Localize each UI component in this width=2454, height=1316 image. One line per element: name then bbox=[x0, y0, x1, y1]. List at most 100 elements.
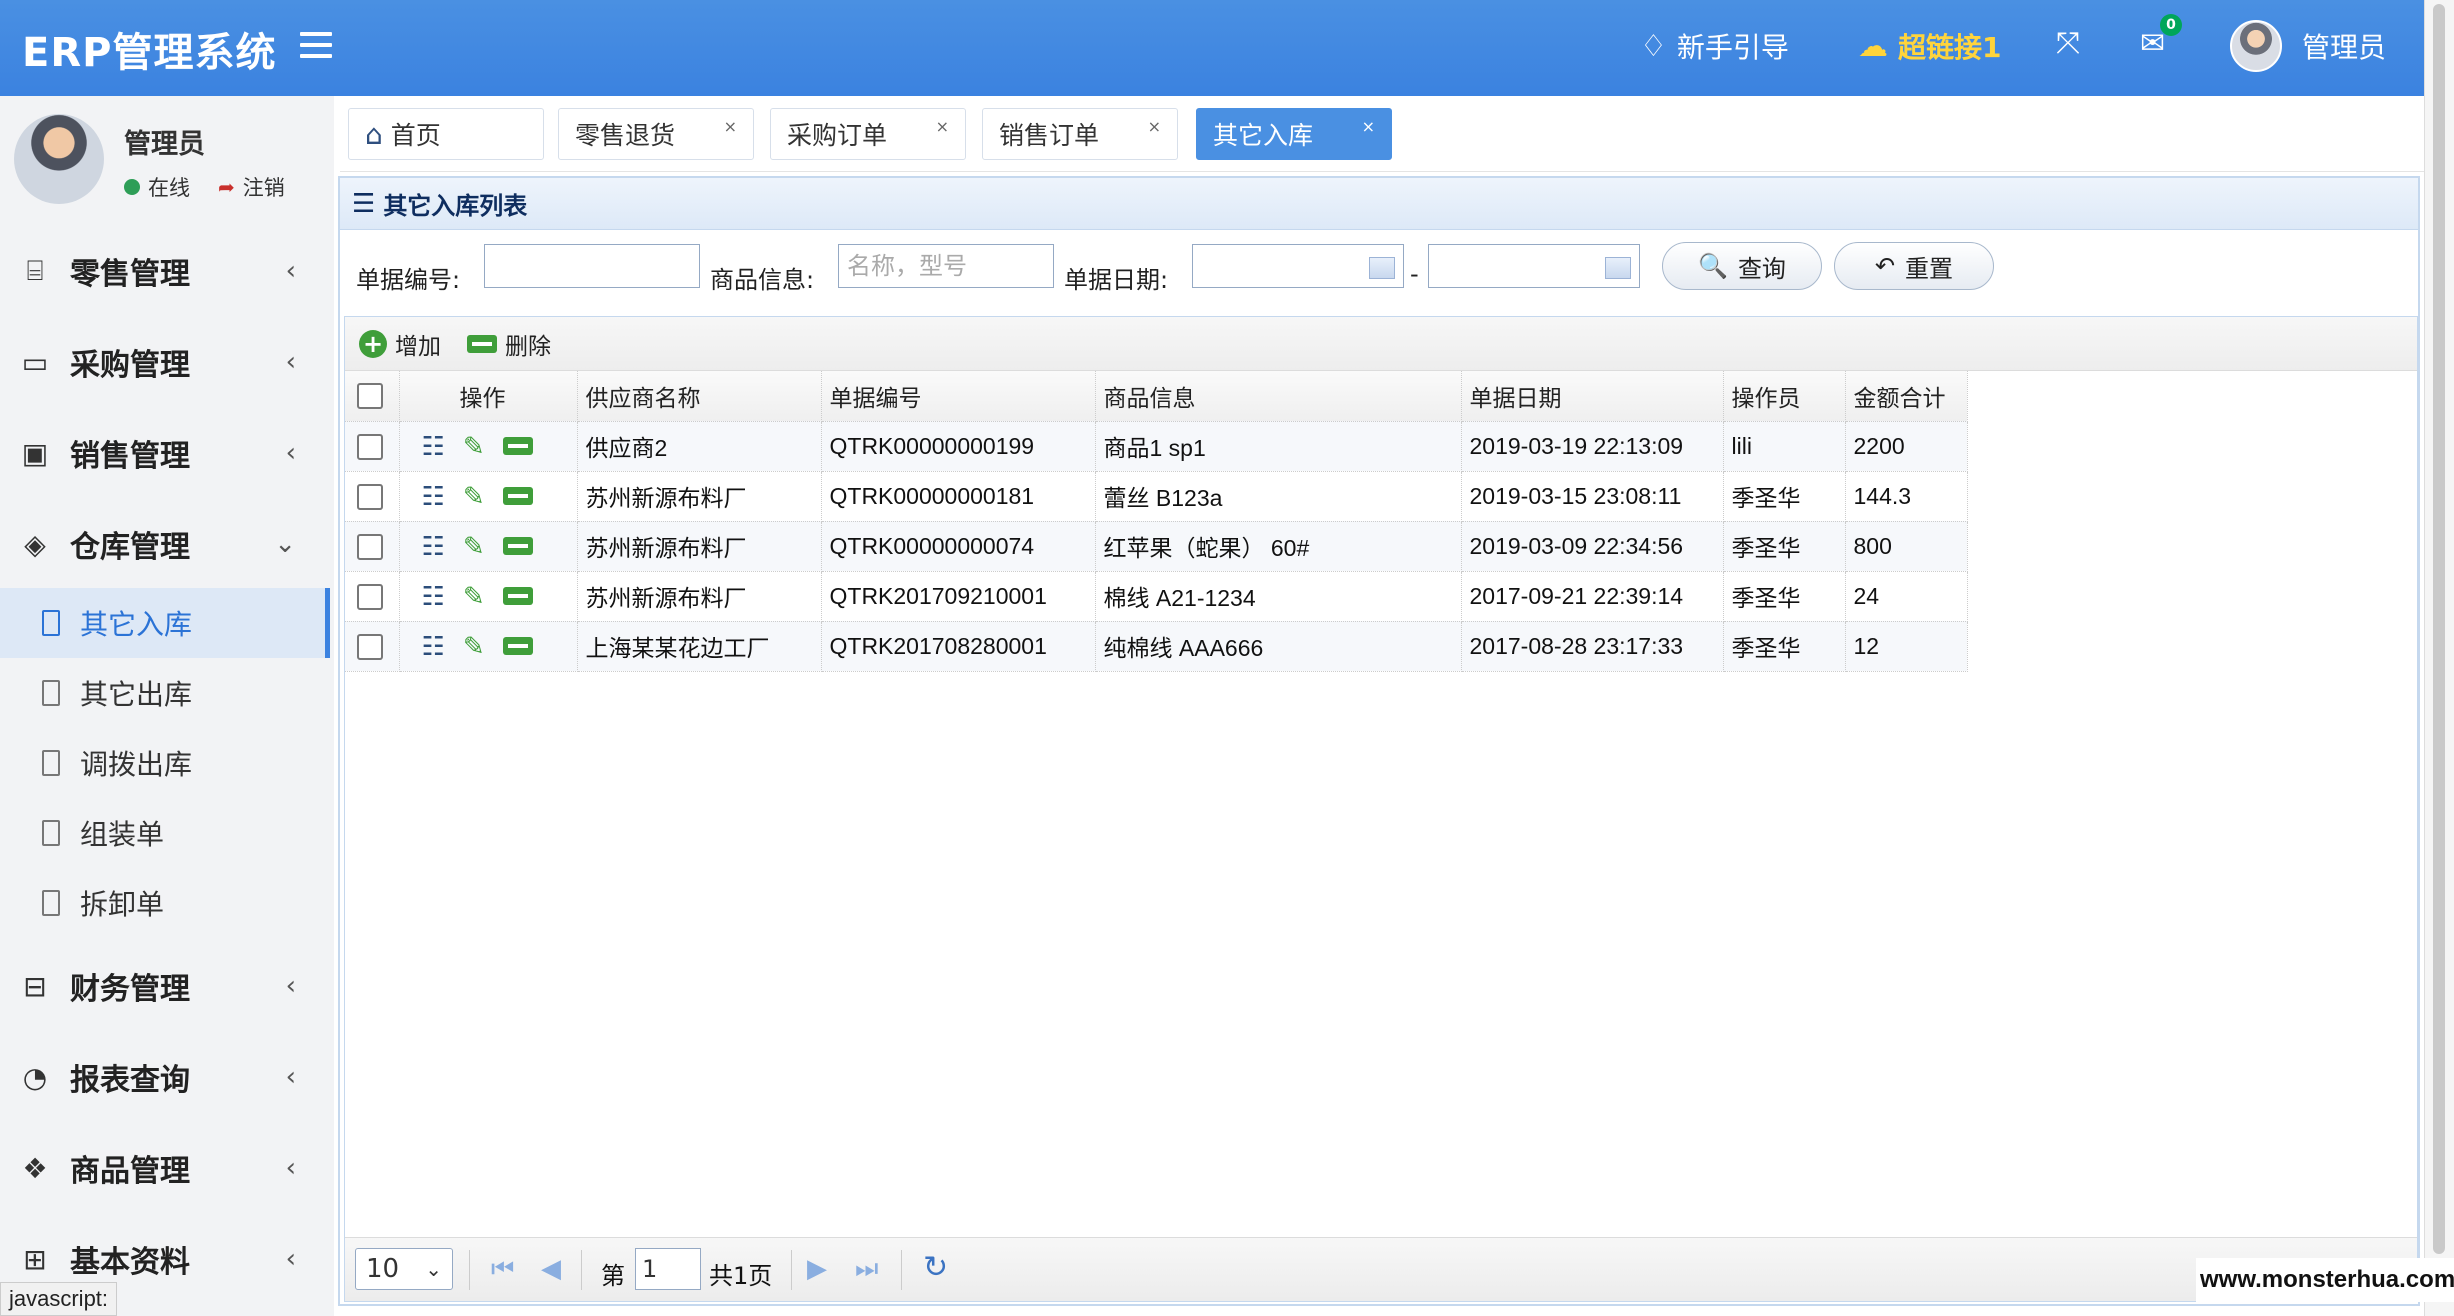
edit-icon[interactable]: ✎ bbox=[463, 481, 485, 512]
table-row[interactable]: ☷ ✎ 苏州新源布料厂 QTRK00000000074 红苹果（蛇果） 60# 2… bbox=[345, 521, 1968, 572]
cell-date: 2017-08-28 23:17:33 bbox=[1461, 621, 1724, 672]
tab-home[interactable]: ⌂ 首页 bbox=[348, 108, 544, 160]
refresh-icon[interactable]: ↻ bbox=[923, 1250, 948, 1285]
col-header[interactable]: 商品信息 bbox=[1095, 371, 1462, 422]
sidebar-item-label: 商品管理 bbox=[70, 1154, 190, 1189]
sidebar-sub-other-out[interactable]: 其它出库 bbox=[0, 658, 330, 728]
cell-supplier: 上海某某花边工厂 bbox=[577, 621, 822, 672]
menu-toggle-icon[interactable] bbox=[300, 32, 332, 58]
cell-amount: 800 bbox=[1845, 521, 1968, 572]
col-header[interactable]: 单据编号 bbox=[821, 371, 1096, 422]
sidebar-item-purchase[interactable]: ▭ 采购管理 ‹ bbox=[0, 317, 334, 407]
col-header[interactable]: 操作 bbox=[399, 371, 578, 422]
fullscreen-icon[interactable]: ⤧ bbox=[2056, 26, 2080, 61]
close-icon[interactable]: × bbox=[1362, 117, 1375, 136]
delete-icon[interactable] bbox=[502, 437, 533, 455]
grid-toolbar: + 增加 删除 bbox=[345, 317, 2417, 371]
delete-icon[interactable] bbox=[502, 587, 533, 605]
sidebar-sub-disassembly[interactable]: 拆卸单 bbox=[0, 868, 330, 938]
tab-retail-return[interactable]: 零售退货 × bbox=[558, 108, 754, 160]
brand-logo[interactable]: ERP管理系统 bbox=[22, 20, 276, 78]
row-checkbox[interactable] bbox=[357, 583, 383, 610]
row-checkbox[interactable] bbox=[357, 483, 383, 510]
prev-page-icon[interactable]: ◀ bbox=[541, 1254, 561, 1284]
panel-title: ☰ 其它入库列表 bbox=[340, 178, 2418, 230]
table-row[interactable]: ☷ ✎ 苏州新源布料厂 QTRK201709210001 棉线 A21-1234 … bbox=[345, 571, 1968, 622]
table-row[interactable]: ☷ ✎ 苏州新源布料厂 QTRK00000000181 蕾丝 B123a 2019… bbox=[345, 471, 1968, 522]
edit-icon[interactable]: ✎ bbox=[463, 581, 485, 612]
sidebar-sub-other-in[interactable]: 其它入库 bbox=[0, 588, 330, 658]
detail-icon[interactable]: ☷ bbox=[422, 431, 445, 462]
detail-icon[interactable]: ☷ bbox=[422, 481, 445, 512]
page-size-select[interactable]: 10 ⌄ bbox=[355, 1248, 453, 1290]
search-bar: 单据编号: 商品信息: 单据日期: - 🔍 查询 ↶ 重置 bbox=[340, 230, 2418, 314]
cell-amount: 2200 bbox=[1845, 421, 1968, 472]
cell-date: 2019-03-15 23:08:11 bbox=[1461, 471, 1724, 522]
sidebar-sub-assembly[interactable]: 组装单 bbox=[0, 798, 330, 868]
page-prefix: 第 bbox=[601, 1262, 625, 1290]
sidebar-item-sales[interactable]: ▣ 销售管理 ‹ bbox=[0, 408, 334, 498]
edit-icon[interactable]: ✎ bbox=[463, 431, 485, 462]
date-label: 单据日期: bbox=[1064, 266, 1169, 294]
first-page-icon[interactable]: ⏮ bbox=[491, 1254, 514, 1285]
sidebar-item-retail[interactable]: ⌸ 零售管理 ‹ bbox=[0, 226, 334, 316]
logout-icon[interactable]: ➦ bbox=[218, 175, 235, 199]
row-checkbox[interactable] bbox=[357, 533, 383, 560]
calendar-icon[interactable] bbox=[1369, 257, 1395, 279]
col-header[interactable]: 金额合计 bbox=[1845, 371, 1968, 422]
avatar bbox=[14, 114, 104, 204]
tab-other-in[interactable]: 其它入库 × bbox=[1196, 108, 1392, 160]
table-row[interactable]: ☷ ✎ 供应商2 QTRK00000000199 商品1 sp1 2019-03-… bbox=[345, 421, 1968, 472]
add-button[interactable]: + 增加 bbox=[359, 327, 441, 361]
next-page-icon[interactable]: ▶ bbox=[807, 1254, 827, 1284]
sidebar-item-label: 仓库管理 bbox=[70, 530, 190, 565]
table-row[interactable]: ☷ ✎ 上海某某花边工厂 QTRK201708280001 纯棉线 AAA666 … bbox=[345, 621, 1968, 672]
delete-icon[interactable] bbox=[502, 487, 533, 505]
user-panel: 管理员 在线 ➦ 注销 bbox=[0, 96, 334, 216]
calendar-icon[interactable] bbox=[1605, 257, 1631, 279]
delete-button[interactable]: 删除 bbox=[467, 327, 551, 361]
row-checkbox[interactable] bbox=[357, 433, 383, 460]
edit-icon[interactable]: ✎ bbox=[463, 531, 485, 562]
goods-input[interactable] bbox=[838, 244, 1054, 288]
date-start-input[interactable] bbox=[1192, 244, 1404, 288]
sidebar-item-warehouse[interactable]: ◈ 仓库管理 ⌄ bbox=[0, 499, 334, 589]
header-user[interactable]: 管理员 bbox=[2302, 26, 2386, 66]
col-header[interactable]: 供应商名称 bbox=[577, 371, 822, 422]
reset-icon: ↶ bbox=[1874, 252, 1896, 280]
select-all-checkbox[interactable] bbox=[357, 383, 383, 409]
delete-icon[interactable] bbox=[502, 537, 533, 555]
select-all-cell bbox=[345, 371, 400, 422]
tab-sales-order[interactable]: 销售订单 × bbox=[982, 108, 1178, 160]
edit-icon[interactable]: ✎ bbox=[463, 631, 485, 662]
col-header[interactable]: 操作员 bbox=[1723, 371, 1846, 422]
page-number-input[interactable]: 1 bbox=[635, 1248, 701, 1290]
detail-icon[interactable]: ☷ bbox=[422, 631, 445, 662]
sidebar-item-reports[interactable]: ◔ 报表查询 ‹ bbox=[0, 1032, 334, 1122]
detail-icon[interactable]: ☷ bbox=[422, 581, 445, 612]
reset-button[interactable]: ↶ 重置 bbox=[1834, 242, 1994, 290]
guide-link[interactable]: ♢ 新手引导 bbox=[1640, 26, 1789, 66]
sidebar-item-finance[interactable]: ⊟ 财务管理 ‹ bbox=[0, 941, 334, 1031]
col-header[interactable]: 单据日期 bbox=[1461, 371, 1724, 422]
close-icon[interactable]: × bbox=[1148, 117, 1161, 136]
sidebar-sub-label: 其它入库 bbox=[80, 608, 193, 641]
page-scrollbar[interactable] bbox=[2424, 0, 2454, 1316]
link1[interactable]: ☁ 超链接1 bbox=[1858, 26, 2001, 66]
date-end-input[interactable] bbox=[1428, 244, 1640, 288]
last-page-icon[interactable]: ⏭ bbox=[855, 1254, 878, 1285]
sidebar-item-goods[interactable]: ❖ 商品管理 ‹ bbox=[0, 1123, 334, 1213]
sidebar-sub-transfer-out[interactable]: 调拨出库 bbox=[0, 728, 330, 798]
query-button[interactable]: 🔍 查询 bbox=[1662, 242, 1822, 290]
close-icon[interactable]: × bbox=[724, 117, 737, 136]
detail-icon[interactable]: ☷ bbox=[422, 531, 445, 562]
doc-no-input[interactable] bbox=[484, 244, 700, 288]
tab-purchase-order[interactable]: 采购订单 × bbox=[770, 108, 966, 160]
header-avatar[interactable] bbox=[2230, 20, 2282, 72]
cell-doc-no: QTRK00000000199 bbox=[821, 421, 1096, 472]
close-icon[interactable]: × bbox=[936, 117, 949, 136]
logout-link[interactable]: 注销 bbox=[243, 172, 285, 202]
delete-icon[interactable] bbox=[502, 637, 533, 655]
pie-icon: ◔ bbox=[22, 1060, 48, 1094]
row-checkbox[interactable] bbox=[357, 633, 383, 660]
